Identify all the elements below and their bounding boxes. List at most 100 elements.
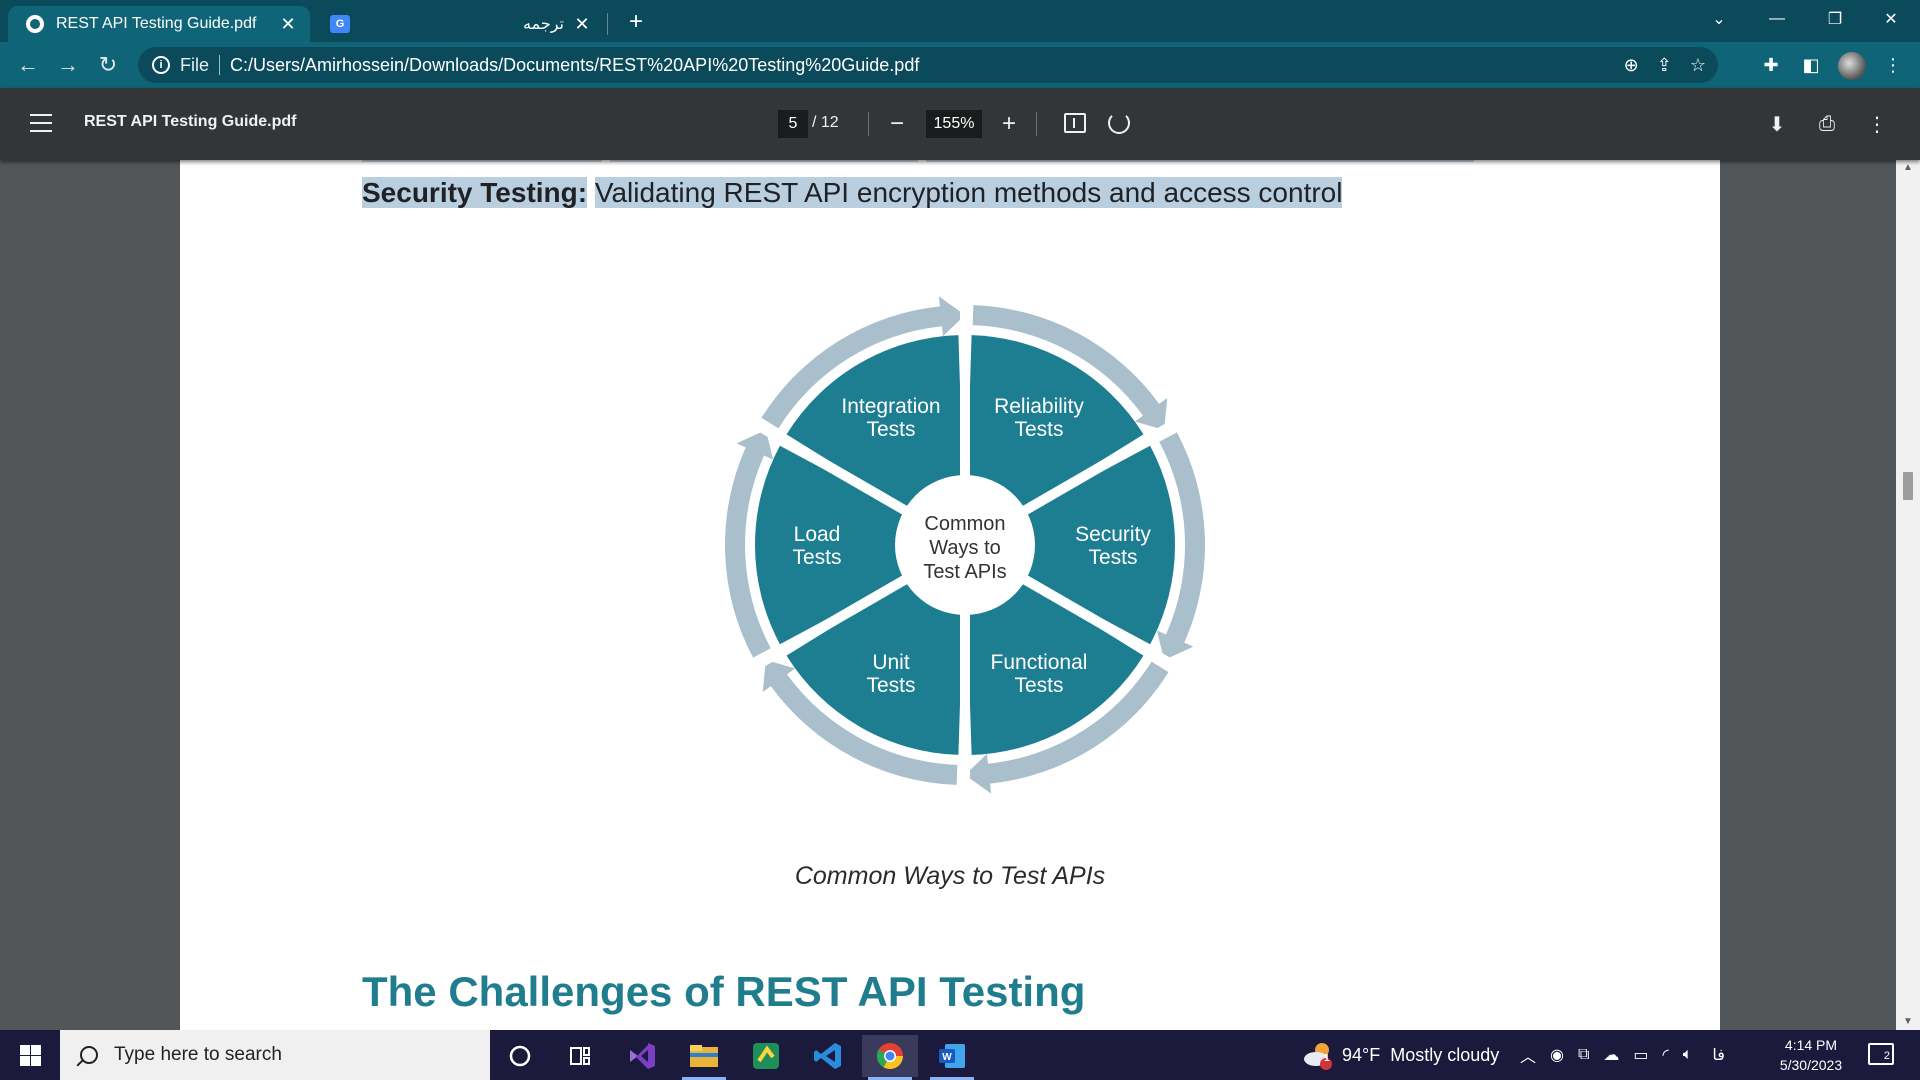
side-panel-icon[interactable]: ◧ (1796, 50, 1826, 80)
weather-widget[interactable]: 1 94°F Mostly cloudy (1302, 1030, 1499, 1080)
zoom-out-button[interactable]: − (882, 110, 912, 138)
tab-title: ترجمه (523, 16, 564, 33)
url-text[interactable]: C:/Users/Amirhossein/Downloads/Documents… (230, 55, 919, 76)
pdf-page: Security Testing: Validating REST API en… (180, 160, 1720, 1030)
word-icon[interactable]: W (924, 1035, 980, 1080)
chrome-icon[interactable] (862, 1035, 918, 1080)
search-placeholder: Type here to search (114, 1044, 282, 1065)
globe-icon (26, 15, 44, 33)
minimize-button[interactable]: — (1748, 0, 1806, 38)
tray-overflow-icon[interactable]: ︿ (1520, 1043, 1536, 1067)
bandizip-icon[interactable] (738, 1035, 794, 1077)
volume-icon[interactable]: 🔈︎ (1683, 1046, 1693, 1064)
omnibox-actions: ⊕ ⇪ ☆ (1624, 47, 1706, 83)
tab-close-icon[interactable]: ✕ (572, 14, 592, 35)
segment-label-line: Tests (866, 674, 915, 697)
info-icon[interactable]: i (152, 56, 170, 74)
cortana-icon[interactable] (492, 1035, 548, 1077)
search-icon (80, 1046, 98, 1064)
tab-search-chevron-icon[interactable]: ⌄ (1690, 0, 1748, 38)
notification-center-icon[interactable]: 2 (1868, 1043, 1894, 1065)
rotate-icon[interactable] (1108, 112, 1130, 134)
center-label-line: Ways to (929, 537, 1001, 559)
section-heading: The Challenges of REST API Testing (362, 968, 1086, 1015)
segment-label-line: Integration (841, 395, 940, 418)
download-icon[interactable]: ⬇ (1762, 110, 1792, 138)
battery-icon[interactable]: ▭ (1633, 1045, 1648, 1065)
previous-row-border (926, 160, 1474, 162)
previous-row-border (362, 160, 602, 162)
forward-button[interactable]: → (52, 50, 84, 80)
zoom-icon[interactable]: ⊕ (1624, 55, 1639, 76)
zoom-in-button[interactable]: + (994, 110, 1024, 138)
vscode-icon[interactable] (800, 1035, 856, 1077)
tab-close-icon[interactable]: ✕ (278, 14, 298, 35)
menu-icon[interactable] (30, 114, 52, 132)
profile-avatar[interactable] (1838, 52, 1866, 80)
extensions-icon[interactable]: ✚ (1756, 50, 1786, 80)
address-bar[interactable]: i File C:/Users/Amirhossein/Downloads/Do… (138, 47, 1718, 83)
pdf-viewer[interactable]: Security Testing: Validating REST API en… (0, 160, 1920, 1030)
segment-label-line: Tests (792, 546, 841, 569)
page-total: / 12 (812, 114, 839, 131)
bookmark-star-icon[interactable]: ☆ (1690, 55, 1706, 76)
weather-condition: Mostly cloudy (1390, 1044, 1500, 1065)
test-types-diagram: Common Ways to Test APIs IntegrationTest… (725, 293, 1205, 797)
segment-label-line: Tests (1088, 546, 1137, 569)
zoom-input[interactable]: 155% (926, 110, 982, 138)
visual-studio-icon[interactable] (614, 1035, 670, 1077)
wifi-icon[interactable]: ◜ (1663, 1045, 1669, 1065)
record-icon[interactable]: ◉ (1550, 1045, 1564, 1065)
onedrive-icon[interactable]: ☁ (1603, 1045, 1619, 1065)
weather-temperature: 94°F (1342, 1044, 1381, 1065)
security-testing-line: Security Testing: Validating REST API en… (362, 177, 1343, 209)
scroll-up-icon[interactable]: ▲ (1896, 160, 1920, 176)
restore-button[interactable]: ❐ (1806, 0, 1864, 38)
print-icon[interactable]: ⎙ (1812, 110, 1842, 138)
scroll-thumb[interactable] (1903, 472, 1913, 500)
tab-translate[interactable]: G ترجمه ✕ (316, 6, 606, 42)
file-explorer-icon[interactable] (676, 1035, 732, 1080)
taskbar-search[interactable]: Type here to search (60, 1030, 490, 1080)
segment-label-line: Load (794, 523, 841, 546)
segment-label-line: Security (1075, 523, 1151, 546)
center-label-line: Common (924, 513, 1005, 535)
windows-start-icon[interactable] (20, 1045, 41, 1066)
segment-label-line: Reliability (994, 395, 1084, 418)
vertical-scrollbar[interactable]: ▲ ▼ (1896, 160, 1920, 1030)
fit-page-icon[interactable] (1064, 113, 1086, 133)
new-tab-button[interactable]: + (620, 6, 652, 38)
clock-date: 5/30/2023 (1779, 1057, 1843, 1073)
scroll-down-icon[interactable]: ▼ (1896, 1014, 1920, 1030)
tab-pdf[interactable]: REST API Testing Guide.pdf ✕ (8, 6, 310, 42)
reload-button[interactable]: ↻ (92, 50, 124, 80)
share-icon[interactable]: ⇪ (1657, 55, 1672, 76)
clock-time: 4:14 PM (1784, 1037, 1838, 1053)
weather-alert-badge: 1 (1324, 1053, 1330, 1064)
segment-label-line: Functional (991, 651, 1088, 674)
pdf-title: REST API Testing Guide.pdf (84, 113, 297, 130)
segment-label-line: Tests (866, 418, 915, 441)
toolbar-divider (1036, 112, 1037, 136)
scheme-label: File (180, 54, 210, 75)
close-window-button[interactable]: ✕ (1862, 0, 1920, 38)
segment-label-line: Unit (872, 651, 910, 674)
browser-toolbar: ← → ↻ i File C:/Users/Amirhossein/Downlo… (0, 42, 1920, 88)
meet-now-icon[interactable]: ⧉ (1578, 1046, 1589, 1064)
system-tray: ︿ ◉ ⧉ ☁ ▭ ◜ 🔈︎ فا (1520, 1030, 1725, 1080)
segment-label-line: Tests (1014, 674, 1063, 697)
back-button[interactable]: ← (12, 50, 44, 80)
page-number-input[interactable]: 5 (778, 110, 808, 138)
task-view-icon[interactable] (552, 1035, 608, 1077)
taskbar-clock[interactable]: 4:14 PM 5/30/2023 (1766, 1035, 1856, 1075)
segment-label-line: Tests (1014, 418, 1063, 441)
security-testing-text: Validating REST API encryption methods a… (594, 177, 1343, 208)
tab-title: REST API Testing Guide.pdf (56, 15, 257, 32)
tab-divider (607, 13, 608, 35)
more-actions-icon[interactable]: ⋮ (1862, 110, 1892, 138)
browser-menu-icon[interactable]: ⋮ (1878, 50, 1908, 80)
svg-text:W: W (942, 1052, 952, 1063)
security-testing-label: Security Testing: (362, 177, 588, 208)
language-indicator[interactable]: فا (1712, 1045, 1725, 1065)
center-label-line: Test APIs (923, 561, 1006, 583)
